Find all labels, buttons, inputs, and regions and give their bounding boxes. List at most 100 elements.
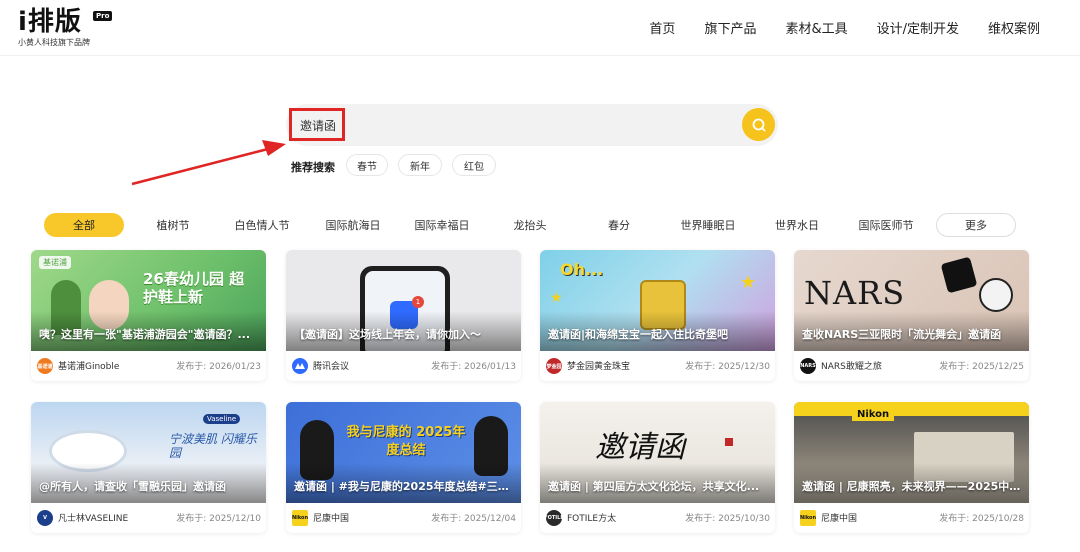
tab-category[interactable]: 植树节 xyxy=(142,213,204,237)
tab-category[interactable]: 世界睡眠日 xyxy=(672,213,744,237)
brand-name: FOTILE方太 xyxy=(567,514,617,524)
brand-avatar: 梦金园 xyxy=(546,358,562,374)
brand-name: 梦金园黄金珠宝 xyxy=(567,362,631,372)
tab-category[interactable]: 世界水日 xyxy=(764,213,830,237)
brand-avatar: FOTILE xyxy=(544,510,564,526)
nav-item-products[interactable]: 旗下产品 xyxy=(704,18,756,37)
nikon-logo: Nikon xyxy=(852,408,895,421)
card-title: 邀请函 | 第四届方太文化论坛，共享文化... xyxy=(548,480,760,493)
card-meta: Nikon 尼康中国 发布于: 2025/10/28 xyxy=(794,503,1029,533)
card-meta: 腾讯会议 发布于: 2026/01/13 xyxy=(286,351,521,381)
card-thumbnail: NARS 查收NARS三亚限时「流光舞会」邀请函 xyxy=(794,250,1029,351)
tab-category[interactable]: 白色情人节 xyxy=(226,213,298,237)
thumb-headline: 我与尼康的 2025年度总结 xyxy=(346,425,466,458)
recommend-tag[interactable]: 新年 xyxy=(398,154,442,176)
cosmetic-compact xyxy=(940,256,978,294)
yellow-banner xyxy=(794,402,1029,416)
tab-category[interactable]: 龙抬头 xyxy=(498,213,562,237)
card-title: 【邀请函】这场线上年会，请你加入～ xyxy=(294,328,481,341)
card-meta: 梦金园 梦金园黄金珠宝 发布于: 2025/12/30 xyxy=(540,351,775,381)
publish-date: 发布于: 2025/10/28 xyxy=(939,514,1024,524)
tab-all[interactable]: 全部 xyxy=(44,213,124,237)
tencent-meeting-icon xyxy=(295,363,305,369)
search-button[interactable] xyxy=(742,108,775,141)
nav-item-materials-tools[interactable]: 素材&工具 xyxy=(785,18,847,37)
template-card[interactable]: 1 【邀请函】这场线上年会，请你加入～ 腾讯会议 发布于: 2026/01/13 xyxy=(286,250,521,381)
card-thumbnail: Nikon 邀请函 | 尼康照亮，未来视界——2025中... xyxy=(794,402,1029,503)
publish-date: 发布于: 2025/12/30 xyxy=(685,362,770,372)
template-card[interactable]: Vaseline 宁波美肌 闪耀乐园 @所有人，请查收「雪融乐园」邀请函 V 凡… xyxy=(31,402,266,533)
brand-name: 凡士林VASELINE xyxy=(58,514,129,524)
brand-avatar: NARS xyxy=(800,358,816,374)
card-thumbnail: 邀请函 邀请函 | 第四届方太文化论坛，共享文化... xyxy=(540,402,775,503)
template-card[interactable]: NARS 查收NARS三亚限时「流光舞会」邀请函 NARS NARS敢耀之旅 发… xyxy=(794,250,1029,381)
template-card[interactable]: 邀请函 邀请函 | 第四届方太文化论坛，共享文化... FOTILE FOTIL… xyxy=(540,402,775,533)
main-nav: 首页 旗下产品 素材&工具 设计/定制开发 维权案例 xyxy=(620,18,1040,37)
brand-avatar: 基诺浦 xyxy=(37,358,53,374)
publish-date: 发布于: 2026/01/13 xyxy=(431,362,516,372)
brand-name: 尼康中国 xyxy=(821,514,858,524)
brand-avatar xyxy=(292,358,308,374)
recommend-tag[interactable]: 春节 xyxy=(346,154,388,176)
tab-category[interactable]: 国际医师节 xyxy=(850,213,922,237)
brand-avatar: Nikon xyxy=(292,510,308,526)
card-meta: NARS NARS敢耀之旅 发布于: 2025/12/25 xyxy=(794,351,1029,381)
search-input[interactable] xyxy=(286,104,726,146)
brand-badge: 基诺浦 xyxy=(39,256,71,269)
tab-category[interactable]: 国际航海日 xyxy=(318,213,388,237)
brand-avatar: V xyxy=(37,510,53,526)
card-title: @所有人，请查收「雪融乐园」邀请函 xyxy=(39,480,226,493)
publish-date: 发布于: 2025/12/25 xyxy=(939,362,1024,372)
card-thumbnail: 1 【邀请函】这场线上年会，请你加入～ xyxy=(286,250,521,351)
card-thumbnail: Vaseline 宁波美肌 闪耀乐园 @所有人，请查收「雪融乐园」邀请函 xyxy=(31,402,266,503)
template-card[interactable]: 基诺浦 26春幼儿园 超护鞋上新 咦？这里有一张"基诺浦游园会"邀请函？... … xyxy=(31,250,266,381)
recommend-tag[interactable]: 红包 xyxy=(452,154,496,176)
template-card[interactable]: Oh... ★ ★ 邀请函|和海绵宝宝一起入住比奇堡吧 梦金园 梦金园黄金珠宝 … xyxy=(540,250,775,381)
publish-date: 发布于: 2026/01/23 xyxy=(176,362,261,372)
publish-date: 发布于: 2025/12/10 xyxy=(176,514,261,524)
tab-category[interactable]: 国际幸福日 xyxy=(406,213,478,237)
brand-name: 基诺浦Ginoble xyxy=(58,362,120,372)
notification-badge: 1 xyxy=(412,296,424,308)
star-icon: ★ xyxy=(740,272,757,293)
tab-category[interactable]: 春分 xyxy=(590,213,648,237)
card-title: 咦？这里有一张"基诺浦游园会"邀请函？... xyxy=(39,328,250,341)
nav-item-design-dev[interactable]: 设计/定制开发 xyxy=(877,18,959,37)
template-card[interactable]: Nikon 邀请函 | 尼康照亮，未来视界——2025中... Nikon 尼康… xyxy=(794,402,1029,533)
card-meta: Nikon 尼康中国 发布于: 2025/12/04 xyxy=(286,503,521,533)
nav-item-home[interactable]: 首页 xyxy=(649,18,675,37)
star-icon: ★ xyxy=(550,290,563,306)
card-title: 邀请函|和海绵宝宝一起入住比奇堡吧 xyxy=(548,328,729,341)
search-bar xyxy=(286,104,778,146)
thumb-headline: 26春幼儿园 超护鞋上新 xyxy=(143,270,245,306)
red-arrow-annotation xyxy=(131,140,286,186)
recommend-search-label: 推荐搜索 xyxy=(291,161,335,174)
card-title: 查收NARS三亚限时「流光舞会」邀请函 xyxy=(802,328,1002,341)
brand-name: 尼康中国 xyxy=(313,514,350,524)
brand-name: NARS敢耀之旅 xyxy=(821,362,882,372)
card-meta: V 凡士林VASELINE 发布于: 2025/12/10 xyxy=(31,503,266,533)
card-meta: FOTILE FOTILE方太 发布于: 2025/10/30 xyxy=(540,503,775,533)
cosmetic-jar xyxy=(979,278,1013,312)
template-card[interactable]: 我与尼康的 2025年度总结 邀请函 | #我与尼康的2025年度总结#三大..… xyxy=(286,402,521,533)
category-tabs: 全部 植树节 白色情人节 国际航海日 国际幸福日 龙抬头 春分 世界睡眠日 世界… xyxy=(44,213,1024,237)
card-meta: 基诺浦 基诺浦Ginoble 发布于: 2026/01/23 xyxy=(31,351,266,381)
publish-date: 发布于: 2025/12/04 xyxy=(431,514,516,524)
brand-badge: Vaseline xyxy=(203,414,241,424)
publish-date: 发布于: 2025/10/30 xyxy=(685,514,770,524)
card-title: 邀请函 | 尼康照亮，未来视界——2025中... xyxy=(802,480,1021,493)
card-thumbnail: 我与尼康的 2025年度总结 邀请函 | #我与尼康的2025年度总结#三大..… xyxy=(286,402,521,503)
thumb-headline: NARS xyxy=(804,274,906,312)
thumb-headline: 宁波美肌 闪耀乐园 xyxy=(169,432,257,460)
nav-item-rights-cases[interactable]: 维权案例 xyxy=(988,18,1040,37)
seal-stamp xyxy=(725,438,733,446)
card-thumbnail: Oh... ★ ★ 邀请函|和海绵宝宝一起入住比奇堡吧 xyxy=(540,250,775,351)
thumb-headline: 邀请函 xyxy=(595,430,685,465)
brand-avatar: Nikon xyxy=(800,510,816,526)
card-thumbnail: 基诺浦 26春幼儿园 超护鞋上新 咦？这里有一张"基诺浦游园会"邀请函？... xyxy=(31,250,266,351)
card-title: 邀请函 | #我与尼康的2025年度总结#三大... xyxy=(294,480,513,493)
brand-name: 腾讯会议 xyxy=(313,362,350,372)
search-icon xyxy=(752,118,765,131)
thumb-headline: Oh... xyxy=(560,260,604,279)
more-categories-button[interactable]: 更多 xyxy=(936,213,1016,237)
